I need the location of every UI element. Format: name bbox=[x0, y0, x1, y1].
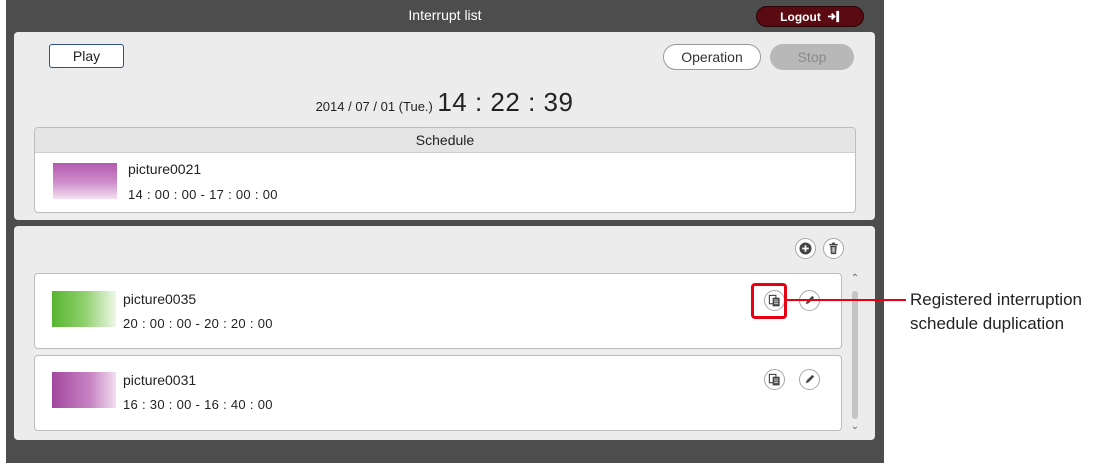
stop-button[interactable]: Stop bbox=[770, 44, 854, 70]
current-datetime: 2014 / 07 / 01 (Tue.) 14 : 22 : 39 bbox=[14, 87, 875, 118]
interrupt-item-time: 16 : 30 : 00 - 16 : 40 : 00 bbox=[123, 397, 273, 412]
schedule-item-name: picture0021 bbox=[128, 161, 202, 177]
current-time: 14 : 22 : 39 bbox=[437, 87, 574, 117]
interrupt-list-item[interactable]: picture0035 20 : 00 : 00 - 20 : 20 : 00 bbox=[34, 273, 842, 349]
add-interrupt-button[interactable] bbox=[795, 238, 816, 259]
interrupt-item-name: picture0035 bbox=[123, 291, 197, 307]
edit-button[interactable] bbox=[799, 369, 820, 390]
operation-button[interactable]: Operation bbox=[663, 44, 761, 70]
schedule-header: Schedule bbox=[35, 128, 855, 153]
playback-panel: Play Operation Stop 2014 / 07 / 01 (Tue.… bbox=[14, 32, 875, 220]
title-bar: Interrupt list Logout bbox=[6, 0, 884, 31]
window-title: Interrupt list bbox=[408, 7, 482, 23]
interrupt-thumbnail bbox=[52, 291, 116, 327]
app-window: Interrupt list Logout Play Operation Sto… bbox=[6, 0, 884, 463]
play-button[interactable]: Play bbox=[49, 44, 124, 68]
scroll-up-icon[interactable]: ⌃ bbox=[849, 273, 861, 285]
callout-line bbox=[787, 299, 906, 301]
trash-icon bbox=[829, 242, 838, 255]
scroll-down-icon[interactable]: ⌄ bbox=[849, 421, 861, 433]
duplicate-highlight-box bbox=[751, 283, 787, 319]
pencil-icon bbox=[805, 374, 815, 384]
duplicate-button[interactable] bbox=[764, 369, 785, 390]
plus-circle-icon bbox=[799, 242, 812, 255]
callout-text: Registered interruption schedule duplica… bbox=[910, 290, 1082, 333]
interrupt-panel: picture0035 20 : 00 : 00 - 20 : 20 : 00 … bbox=[14, 226, 875, 440]
schedule-item-time: 14 : 00 : 00 - 17 : 00 : 00 bbox=[128, 187, 278, 202]
schedule-box: Schedule picture0021 14 : 00 : 00 - 17 :… bbox=[34, 127, 856, 213]
current-date: 2014 / 07 / 01 (Tue.) bbox=[315, 99, 433, 114]
logout-icon bbox=[827, 10, 839, 23]
interrupt-item-name: picture0031 bbox=[123, 372, 197, 388]
scrollbar-thumb[interactable] bbox=[852, 291, 858, 419]
interrupt-thumbnail bbox=[52, 372, 116, 408]
interrupt-item-time: 20 : 00 : 00 - 20 : 20 : 00 bbox=[123, 316, 273, 331]
logout-label: Logout bbox=[780, 9, 821, 24]
interrupt-list-item[interactable]: picture0031 16 : 30 : 00 - 16 : 40 : 00 bbox=[34, 355, 842, 431]
delete-interrupt-button[interactable] bbox=[823, 238, 844, 259]
logout-button[interactable]: Logout bbox=[756, 6, 864, 27]
schedule-thumbnail bbox=[53, 163, 117, 199]
interrupt-scrollbar[interactable]: ⌃ ⌄ bbox=[849, 273, 861, 433]
copy-icon bbox=[768, 373, 780, 386]
